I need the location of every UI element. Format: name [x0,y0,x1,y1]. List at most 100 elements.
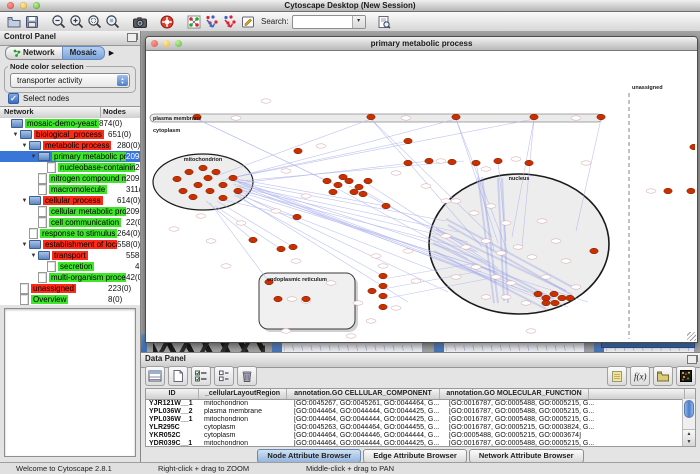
network-canvas[interactable]: plasma membranecytoplasmmitochondrionnuc… [146,51,697,342]
window-titlebar[interactable]: Cytoscape Desktop (New Session) [0,0,700,12]
float-panel-icon[interactable] [687,355,697,364]
table-row[interactable]: YKR052Ccytoplasm[GO:0044464, GO:0044446,… [146,432,695,440]
unselect-attributes-button[interactable] [214,366,234,386]
expand-arrow-icon[interactable]: ▼ [11,132,20,138]
data-panel-title: Data Panel [145,354,186,363]
maximize-button[interactable] [33,2,40,9]
tree-row-label: nitrogen compound met [49,174,126,183]
table-row[interactable]: YLR295Ccytoplasm[GO:0045263, GO:0044464,… [146,424,695,432]
birdseye-view[interactable] [4,308,136,457]
tree-row[interactable]: macromolecule311(0) [0,184,140,195]
tree-row-label: response to stimulus [40,229,117,238]
tree-header-nodes[interactable]: Nodes [101,107,140,118]
svg-text:f(x): f(x) [634,372,647,382]
table-cell: [GO:0044464, GO:0044444, GO:0044425, G..… [291,440,446,447]
tab-network-attribute-browser[interactable]: Network Attribute Browser [469,449,584,463]
table-scrollbar[interactable]: ▲▼ [682,399,695,446]
search-input[interactable] [293,16,353,26]
float-panel-icon[interactable] [127,33,137,42]
tree-row-node-count: 558(0) [117,240,140,249]
column-header[interactable]: _cellularLayoutRegion [199,389,287,399]
vizmapper-button[interactable] [239,13,257,30]
maximize-icon[interactable] [175,40,182,47]
help-lifering-button[interactable] [158,13,176,30]
attribute-notes-button[interactable] [607,366,627,386]
formula-builder-button[interactable]: f(x) [630,366,650,386]
column-header[interactable]: ID [146,389,199,399]
tree-row-label: biological_process [34,130,104,139]
network-overview-button[interactable] [185,13,203,30]
import-network-file-button[interactable] [203,13,221,30]
tree-row[interactable]: mosaic-demo-yeast874(0) [0,118,140,129]
tree-row-node-count: 223(0) [108,284,140,293]
close-button[interactable] [7,2,14,9]
tree-row[interactable]: cellular metabolic proc209(0) [0,206,140,217]
tree-row[interactable]: ▼biological_process651(0) [0,129,140,140]
tree-header-network[interactable]: Network [0,107,101,118]
expand-arrow-icon[interactable]: ▼ [29,154,38,160]
tree-row[interactable]: secretion41(0) [0,261,140,272]
expand-arrow-icon[interactable]: ▼ [20,242,29,248]
tab-mosaic[interactable]: Mosaic [62,46,105,60]
expand-arrow-icon[interactable]: ▼ [20,143,29,149]
select-nodes-checkbox[interactable]: ✓ [8,93,19,104]
column-header[interactable]: annotation.GO MOLECULAR_FUNCTION [440,389,589,399]
tree-row[interactable]: multi-organism proces42(0) [0,272,140,283]
select-all-table-button[interactable] [145,366,165,386]
minimize-button[interactable] [20,2,27,9]
snapshot-camera-button[interactable] [131,13,149,30]
network-window-titlebar[interactable]: primary metabolic process [146,37,697,51]
clear-table-button[interactable] [168,366,188,386]
attribute-matrix-button[interactable] [676,366,696,386]
tree-row[interactable]: Overview8(0) [0,294,140,305]
column-header[interactable] [589,389,685,399]
scrollbar-arrows[interactable]: ▲▼ [683,429,695,446]
tree-row-label: primary metabolic process [52,152,126,161]
tree-row-node-count: 209(0) [135,163,140,172]
table-row[interactable]: YPL036W__2plasma membrane[GO:0044464, GO… [146,408,695,416]
tab-network[interactable]: Network [5,46,62,60]
save-session-button[interactable] [23,13,41,30]
window-resize-grip[interactable] [687,332,696,341]
import-attributes-button[interactable] [653,366,673,386]
tree-row[interactable]: nitrogen compound met209(0) [0,173,140,184]
tree-row[interactable]: nucleobase-containing209(0) [0,162,140,173]
control-panel-title: Control Panel [4,32,56,41]
scrollbar-thumb[interactable] [684,400,694,418]
tree-row[interactable]: ▼transport558(0) [0,250,140,261]
search-options-button[interactable] [375,13,393,30]
tab-node-attribute-browser[interactable]: Node Attribute Browser [257,449,361,463]
attribute-table[interactable]: ID_cellularLayoutRegionannotation.GO CEL… [145,388,696,447]
expand-arrow-icon[interactable]: ▼ [20,198,29,204]
table-row[interactable]: YPL036W__1mitochondrion[GO:0044464, GO:0… [146,416,695,424]
zoom-out-button[interactable] [50,13,68,30]
expand-arrow-icon[interactable]: ▼ [29,253,38,259]
delete-attribute-trash-button[interactable] [237,366,257,386]
tree-row[interactable]: response to stimulus264(0) [0,228,140,239]
node-color-dropdown[interactable]: transporter activity ▲▼ [10,73,130,88]
import-network-db-button[interactable] [221,13,239,30]
network-view-window[interactable]: primary metabolic process plasma membran… [145,36,698,343]
tree-row[interactable]: ▼metabolic process280(0) [0,140,140,151]
zoom-selected-button[interactable] [86,13,104,30]
svg-text:plasma membrane: plasma membrane [153,116,201,122]
tree-row[interactable]: unassigned223(0) [0,283,140,294]
table-row[interactable]: YDR039C__1mitochondrion[GO:0044464, GO:0… [146,440,695,447]
column-header[interactable]: annotation.GO CELLULAR_COMPONENT [287,389,440,399]
tab-overflow-arrow[interactable]: ▶ [109,49,114,57]
search-dropdown-button[interactable]: ▾ [352,16,365,28]
tree-row[interactable]: ▼cellular process614(0) [0,195,140,206]
select-attributes-button[interactable] [191,366,211,386]
table-row[interactable]: YJR121W__1mitochondrion[GO:0045267, GO:0… [146,400,695,408]
tree-row-label: cell communication [49,218,121,227]
close-icon[interactable] [151,40,158,47]
tree-row[interactable]: ▼establishment of locali558(0) [0,239,140,250]
zoom-in-button[interactable] [68,13,86,30]
zoom-fit-button[interactable] [104,13,122,30]
minimize-icon[interactable] [163,40,170,47]
file-icon [47,162,56,173]
tab-edge-attribute-browser[interactable]: Edge Attribute Browser [363,449,466,463]
tree-row[interactable]: ▼primary metabolic process209(... [0,151,140,162]
tree-row[interactable]: cell communication22(0) [0,217,140,228]
open-session-button[interactable] [5,13,23,30]
